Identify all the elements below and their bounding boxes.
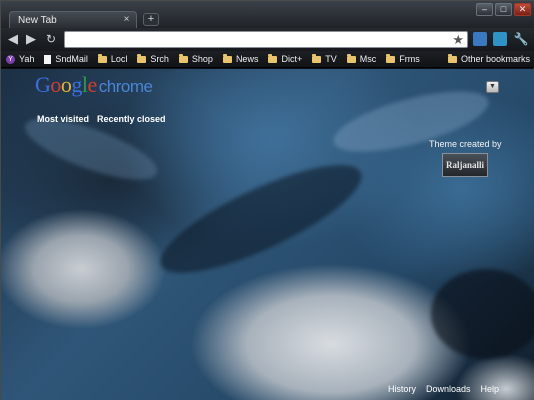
tab-recently-closed[interactable]: Recently closed [97, 114, 166, 124]
bookmark-folder-news[interactable]: News [218, 52, 264, 67]
other-bookmarks-label: Other bookmarks [460, 54, 530, 64]
bookmark-sndmail[interactable]: SndMail [39, 52, 93, 67]
dune-shadow [148, 145, 374, 293]
new-tab-button[interactable]: + [143, 13, 159, 26]
logo-letter: g [71, 72, 82, 97]
tab-most-visited[interactable]: Most visited [37, 114, 89, 124]
back-arrow-icon[interactable]: ◀ [5, 32, 21, 46]
bookmark-folder-frms[interactable]: Frms [381, 52, 425, 67]
bookmark-folder-shop[interactable]: Shop [174, 52, 218, 67]
page-options-button[interactable]: ▼ [486, 81, 499, 93]
bookmark-folder-srch[interactable]: Srch [132, 52, 174, 67]
tab-new-tab[interactable]: New Tab × [9, 11, 137, 28]
dune-shadow [431, 269, 534, 359]
folder-icon [386, 53, 396, 63]
bookmark-label: Shop [191, 54, 213, 64]
minimize-button[interactable]: – [476, 3, 493, 16]
logo-letter: o [50, 72, 61, 97]
yahoo-icon: Y [6, 54, 15, 64]
google-chrome-logo: Google chrome [35, 72, 153, 99]
omnibox-input[interactable]: ★ [64, 31, 468, 48]
section-tabs: Most visited Recently closed [37, 114, 166, 124]
bookmark-folder-msc[interactable]: Msc [342, 52, 382, 67]
bookmark-label: SndMail [55, 54, 88, 64]
tab-title: New Tab [18, 14, 57, 26]
folder-icon [312, 53, 322, 63]
logo-letter: o [60, 72, 72, 97]
dune-highlight [327, 79, 495, 164]
bookmark-label: Msc [359, 54, 377, 64]
window-controls: – □ ✕ [476, 3, 531, 16]
bookmark-label: Frms [399, 54, 420, 64]
title-bar: New Tab × + – □ ✕ [1, 1, 534, 28]
theme-credit: Theme created by [429, 139, 502, 149]
folder-icon [346, 53, 356, 63]
folder-icon [447, 53, 457, 63]
folder-icon [178, 53, 188, 63]
downloads-link[interactable]: Downloads [426, 384, 471, 394]
logo-chrome-text: chrome [98, 77, 153, 96]
close-window-button[interactable]: ✕ [514, 3, 531, 16]
bookmark-label: Dict+ [281, 54, 303, 64]
folder-icon [222, 53, 232, 63]
theme-author-badge[interactable]: Raljanalli [442, 153, 488, 177]
history-link[interactable]: History [388, 384, 416, 394]
maximize-button[interactable]: □ [495, 3, 512, 16]
bookmark-folder-tv[interactable]: TV [307, 52, 342, 67]
bookmark-label: Locl [110, 54, 128, 64]
forward-arrow-icon[interactable]: ▶ [23, 32, 39, 46]
folder-icon [137, 53, 147, 63]
toolbar: ◀ ▶ ↻ ★ 🔧 [1, 28, 534, 51]
bookmarks-bar: Y Yah SndMail Locl Srch Shop News Dict+ [1, 51, 534, 68]
extension-icon[interactable] [493, 32, 507, 46]
logo-letter: e [87, 72, 98, 97]
reload-icon[interactable]: ↻ [43, 32, 59, 46]
folder-icon [97, 53, 107, 63]
folder-icon [268, 53, 278, 63]
page-icon [44, 54, 52, 64]
browser-window: New Tab × + – □ ✕ ◀ ▶ ↻ ★ 🔧 Y Yah SndMai… [0, 0, 534, 400]
tab-close-icon[interactable]: × [121, 14, 132, 25]
bookmark-folder-locl[interactable]: Locl [93, 52, 133, 67]
bookmark-folder-dict[interactable]: Dict+ [263, 52, 307, 67]
bookmark-label: Yah [19, 54, 35, 64]
bookmark-label: Srch [150, 54, 169, 64]
bookmark-label: TV [325, 54, 337, 64]
bookmark-label: News [235, 54, 259, 64]
logo-letter: G [35, 72, 51, 97]
bookmark-yah[interactable]: Y Yah [1, 52, 39, 67]
wrench-icon[interactable]: 🔧 [513, 32, 529, 46]
star-bookmark-icon[interactable]: ★ [452, 32, 464, 47]
page-menu-icon[interactable] [473, 32, 487, 46]
help-link[interactable]: Help [480, 384, 499, 394]
other-bookmarks[interactable]: Other bookmarks [443, 52, 534, 67]
new-tab-page: Google chrome ▼ Most visited Recently clo… [1, 69, 534, 400]
footer-links: History Downloads Help [388, 384, 499, 394]
